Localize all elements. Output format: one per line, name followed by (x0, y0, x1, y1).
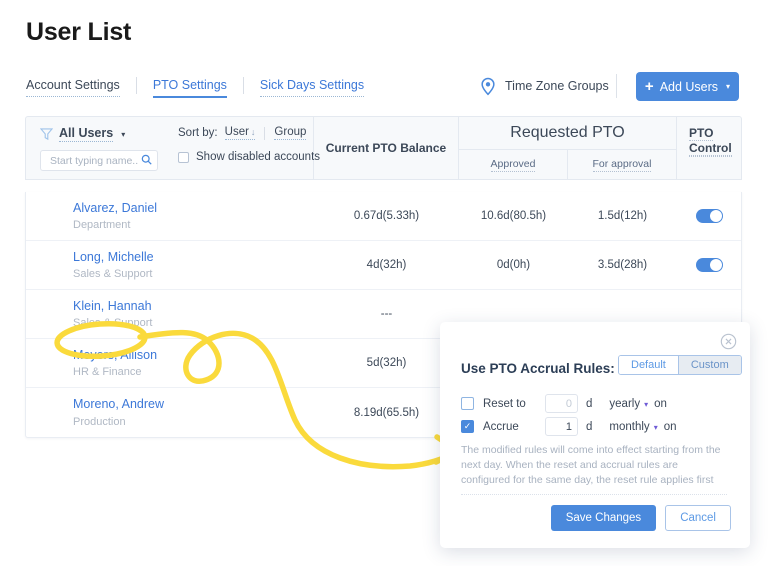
sort-divider (264, 126, 266, 140)
cell-pto-control (677, 209, 741, 223)
accrue-days-input[interactable] (545, 417, 578, 436)
reset-on-label: on (654, 397, 667, 410)
funnel-icon (40, 127, 53, 141)
tab-pto-settings[interactable]: PTO Settings (152, 78, 227, 98)
modal-note: The modified rules will come into effect… (461, 444, 721, 487)
user-cell: Long, Michelle Sales & Support (26, 250, 314, 281)
modal-actions: Save Changes Cancel (550, 505, 731, 531)
user-department: Sales & Support (73, 317, 153, 330)
user-name-link[interactable]: Long, Michelle (73, 250, 314, 266)
cell-current-pto-balance: 0.67d(5.33h) (353, 210, 420, 222)
user-department: Sales & Support (73, 268, 153, 281)
sort-option-user[interactable]: User ↓ (224, 126, 256, 140)
user-department: Department (73, 219, 131, 232)
sort-option-group[interactable]: Group (274, 126, 307, 140)
accrue-label: Accrue (483, 420, 519, 433)
column-header-pto-control: PTO Control (689, 126, 732, 157)
segment-default-button[interactable]: Default (619, 356, 678, 374)
show-disabled-accounts-checkbox[interactable]: Show disabled accounts (178, 151, 320, 163)
user-name-link[interactable]: Moreno, Andrew (73, 397, 314, 413)
reset-rule-row: Reset to d yearly▾ on (461, 394, 667, 413)
user-cell: Meyers, Allison HR & Finance (26, 348, 314, 379)
chevron-down-icon: ▾ (644, 399, 649, 409)
pto-control-toggle[interactable] (695, 258, 723, 272)
search-box[interactable] (40, 150, 158, 171)
chevron-down-icon: ▾ (653, 422, 658, 432)
chevron-down-icon: ▾ (121, 129, 126, 139)
show-disabled-accounts-label: Show disabled accounts (196, 151, 321, 163)
reset-days-input[interactable] (545, 394, 578, 413)
cancel-button[interactable]: Cancel (665, 505, 731, 531)
cell-approved: 0d(0h) (496, 259, 531, 271)
cell-current-pto-balance: 8.19d(65.5h) (353, 406, 420, 419)
accrue-rule-row: ✓ Accrue d monthly▾ on (461, 417, 677, 436)
toggle-knob (709, 210, 722, 222)
settings-tabs: Account Settings PTO Settings Sick Days … (26, 77, 365, 98)
plus-icon: + (644, 78, 654, 95)
user-name-link[interactable]: Klein, Hannah (73, 299, 314, 315)
user-cell: Moreno, Andrew Production (26, 397, 314, 428)
column-header-approved: Approved (490, 158, 536, 172)
search-input[interactable] (48, 153, 141, 168)
reset-unit-label: d (586, 397, 593, 410)
user-name-link[interactable]: Meyers, Allison (73, 348, 314, 364)
all-users-label: All Users (59, 126, 114, 142)
header-divider (616, 74, 617, 98)
reset-checkbox[interactable] (461, 397, 474, 410)
add-users-button[interactable]: + Add Users ▾ (636, 72, 739, 101)
magnifier-icon[interactable] (141, 152, 152, 170)
add-users-label: Add Users (659, 79, 719, 94)
cell-current-pto-balance: --- (380, 308, 393, 320)
user-department: Production (73, 415, 126, 428)
cell-for-approval: 3.5d(28h) (597, 259, 648, 271)
time-zone-groups-button[interactable]: Time Zone Groups (478, 76, 609, 96)
reset-frequency-dropdown[interactable]: yearly ▾ (609, 398, 648, 410)
table-row[interactable]: Long, Michelle Sales & Support 4d(32h) 0… (26, 241, 741, 290)
toggle-knob (709, 259, 722, 271)
user-cell: Klein, Hannah Sales & Support (26, 299, 314, 330)
accrue-unit-label: d (586, 420, 593, 433)
reset-label: Reset to (483, 397, 526, 410)
sort-by-label: Sort by: (178, 127, 218, 139)
requested-pto-title: Requested PTO (510, 124, 625, 141)
accrue-frequency-dropdown[interactable]: monthly ▾ (609, 421, 657, 433)
table-header: All Users ▾ Current PTO Balance Requeste… (25, 116, 742, 180)
pto-control-toggle[interactable] (695, 209, 723, 223)
page-title: User List (26, 18, 132, 46)
cell-pto-control (677, 258, 741, 272)
table-row[interactable]: Alvarez, Daniel Department 0.67d(5.33h) … (26, 192, 741, 241)
modal-title: Use PTO Accrual Rules: (461, 361, 615, 376)
tab-divider (135, 77, 137, 94)
close-icon[interactable] (720, 333, 737, 350)
cell-approved: 10.6d(80.5h) (480, 210, 547, 222)
column-header-requested-pto: Requested PTO Approved For approval (459, 117, 677, 180)
accrue-on-label: on (663, 420, 677, 433)
map-pin-icon (478, 76, 498, 96)
pto-accrual-rules-modal: Use PTO Accrual Rules: Default Custom Re… (440, 322, 750, 548)
checkbox-icon[interactable] (178, 151, 189, 163)
tab-divider (242, 77, 244, 94)
save-changes-button[interactable]: Save Changes (550, 505, 657, 531)
tab-account-settings[interactable]: Account Settings (26, 78, 120, 97)
cell-current-pto-balance: 5d(32h) (366, 357, 407, 369)
column-header-for-approval: For approval (567, 150, 676, 180)
column-header-current-pto-balance: Current PTO Balance (314, 117, 459, 179)
user-cell: Alvarez, Daniel Department (26, 201, 314, 232)
accrual-rules-segmented-control[interactable]: Default Custom (618, 355, 742, 375)
time-zone-groups-label: Time Zone Groups (505, 79, 609, 93)
chevron-down-icon: ▾ (726, 82, 731, 91)
tab-sick-days-settings[interactable]: Sick Days Settings (259, 78, 365, 97)
segment-custom-button[interactable]: Custom (678, 356, 741, 374)
accrue-checkbox[interactable]: ✓ (461, 420, 474, 433)
cell-current-pto-balance: 4d(32h) (366, 259, 407, 271)
cell-for-approval: 1.5d(12h) (597, 210, 648, 222)
arrow-down-icon: ↓ (250, 127, 256, 137)
user-department: HR & Finance (73, 366, 142, 379)
user-name-link[interactable]: Alvarez, Daniel (73, 201, 314, 217)
modal-divider (461, 494, 727, 495)
sort-controls: Sort by: User ↓ Group Show disabled accou… (178, 126, 320, 163)
